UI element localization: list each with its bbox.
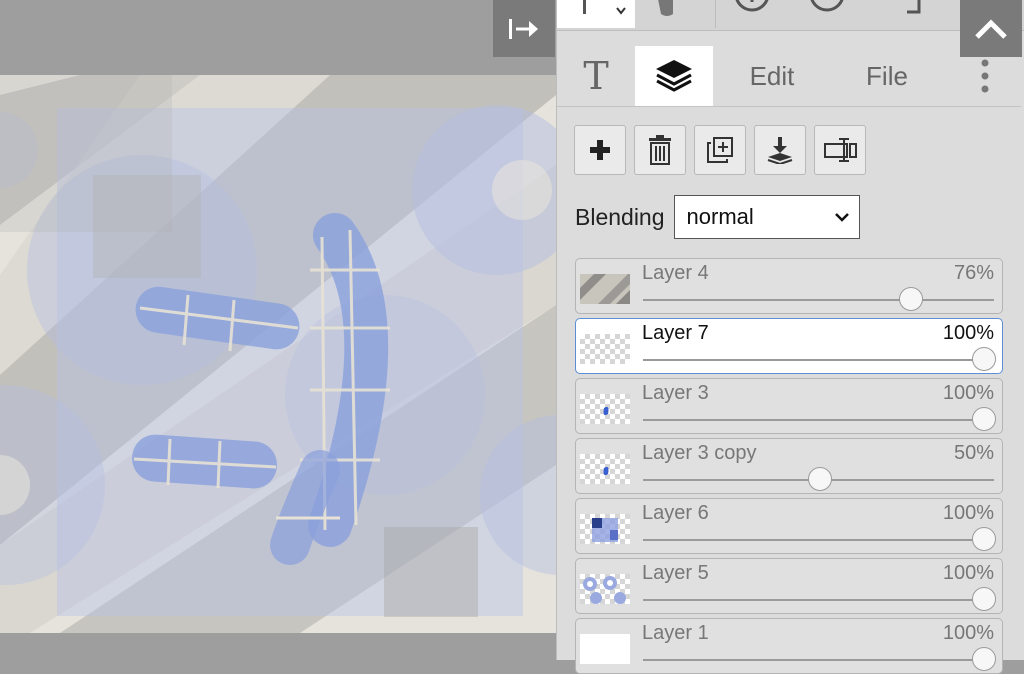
- info-icon: [735, 0, 769, 12]
- arrow-right-to-bar-icon: [509, 18, 538, 39]
- layer-opacity-value: 100%: [942, 562, 994, 584]
- tab-file[interactable]: File: [845, 46, 929, 106]
- layer-opacity-value: 100%: [942, 622, 994, 644]
- layer-name: Layer 5: [642, 562, 709, 584]
- blending-mode-value: normal: [686, 204, 754, 229]
- blending-label: Blending: [575, 203, 665, 230]
- layers-panel: T Edit File Blending normal Layer 4 76% …: [556, 0, 1024, 674]
- layer-name: Layer 3: [642, 382, 709, 404]
- layer-thumbnail: [580, 334, 630, 364]
- layer-thumbnail: [580, 394, 630, 424]
- tab-text-label: T: [583, 54, 609, 98]
- layer-name: Layer 4: [642, 262, 709, 284]
- merge-down-button[interactable]: [754, 125, 806, 175]
- layer-opacity-value: 76%: [953, 262, 994, 284]
- tab-text[interactable]: T: [557, 46, 635, 106]
- opacity-slider-track[interactable]: [643, 419, 994, 421]
- pan-tool-button[interactable]: [637, 0, 713, 28]
- blending-mode-select[interactable]: normal: [673, 195, 860, 239]
- layer-row[interactable]: Layer 3 copy 50%: [575, 438, 1003, 494]
- ellipse-tool-button[interactable]: [793, 0, 869, 28]
- layer-properties-icon: [824, 138, 857, 162]
- layer-opacity-value: 100%: [942, 382, 994, 404]
- opacity-slider-handle[interactable]: [972, 587, 996, 611]
- opacity-slider-track[interactable]: [643, 299, 994, 301]
- opacity-slider-track[interactable]: [643, 659, 994, 661]
- layer-name: Layer 6: [642, 502, 709, 524]
- tab-edit-label: Edit: [749, 60, 795, 91]
- opacity-slider-handle[interactable]: [972, 647, 996, 671]
- layer-opacity-value: 100%: [942, 322, 994, 344]
- add-layer-icon: [590, 140, 610, 160]
- info-tool-button[interactable]: [715, 0, 792, 28]
- tab-edit[interactable]: Edit: [727, 46, 817, 106]
- layer-name: Layer 7: [642, 322, 709, 344]
- layer-row[interactable]: Layer 5 100%: [575, 558, 1003, 614]
- duplicate-layer-icon: [707, 137, 733, 163]
- merge-down-icon: [767, 137, 793, 164]
- layer-thumbnail: [580, 574, 630, 604]
- opacity-slider-handle[interactable]: [807, 467, 832, 491]
- layer-row[interactable]: Layer 7 100%: [575, 318, 1003, 374]
- duplicate-layer-button[interactable]: [694, 125, 746, 175]
- tab-layers[interactable]: [635, 46, 713, 106]
- tab-divider: [557, 106, 1021, 107]
- tool-strip: [557, 0, 1024, 31]
- layer-properties-button[interactable]: [814, 125, 866, 175]
- opacity-slider-handle[interactable]: [972, 527, 996, 551]
- blending-row: Blending normal: [575, 195, 860, 239]
- layer-row[interactable]: Layer 4 76%: [575, 258, 1003, 314]
- layer-name: Layer 3 copy: [642, 442, 757, 464]
- opacity-slider-track[interactable]: [643, 359, 994, 361]
- circle-icon: [810, 0, 844, 12]
- layer-thumbnail: [580, 274, 630, 304]
- more-vertical-icon: [981, 59, 989, 93]
- delete-layer-icon: [649, 135, 671, 165]
- add-layer-button[interactable]: [574, 125, 626, 175]
- canvas-document[interactable]: [0, 75, 556, 633]
- hand-icon: [658, 0, 673, 16]
- text-tool-button[interactable]: [557, 0, 635, 28]
- layer-opacity-value: 100%: [942, 502, 994, 524]
- layers-stack-icon: [656, 60, 692, 92]
- text-tool-icon: [583, 0, 626, 15]
- tab-file-label: File: [866, 60, 908, 91]
- collapse-panel-button[interactable]: [493, 0, 555, 57]
- canvas-artwork: [0, 75, 556, 633]
- layer-opacity-value: 50%: [953, 442, 994, 464]
- chevron-down-icon: [834, 213, 849, 222]
- crop-tool-button[interactable]: [871, 0, 947, 28]
- layer-thumbnail: [580, 514, 630, 544]
- opacity-slider-handle[interactable]: [899, 287, 924, 311]
- opacity-slider-track[interactable]: [643, 599, 994, 601]
- opacity-slider-handle[interactable]: [972, 347, 996, 371]
- panel-tabs: T Edit File: [557, 46, 1024, 106]
- layer-name: Layer 1: [642, 622, 709, 644]
- layer-row[interactable]: Layer 6 100%: [575, 498, 1003, 554]
- layer-row[interactable]: Layer 1 100%: [575, 618, 1003, 674]
- delete-layer-button[interactable]: [634, 125, 686, 175]
- layer-thumbnail: [580, 454, 630, 484]
- chevron-up-icon: [975, 18, 1007, 39]
- opacity-slider-track[interactable]: [643, 539, 994, 541]
- opacity-slider-handle[interactable]: [972, 407, 996, 431]
- more-menu-button[interactable]: [965, 46, 1005, 106]
- corner-icon: [907, 0, 921, 14]
- layer-row[interactable]: Layer 3 100%: [575, 378, 1003, 434]
- canvas-area[interactable]: [0, 0, 556, 660]
